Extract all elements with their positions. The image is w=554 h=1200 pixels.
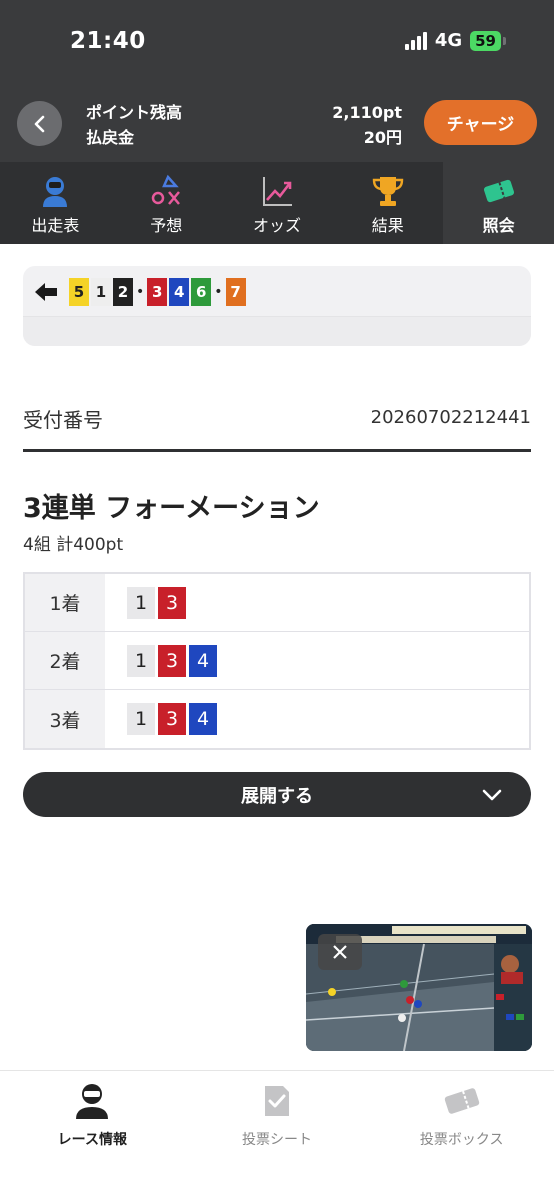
network-type: 4G [434,30,463,51]
racer-number: 4 [189,644,217,677]
racer-number: 4 [189,703,217,735]
racer-icon [72,1081,112,1121]
bet-number: 2 [113,278,133,306]
refund-value: 20円 [363,128,402,147]
live-video-player[interactable] [306,924,532,1051]
receipt-label: 受付番号 [23,408,103,432]
formation-table: 1着 1 3 2着 1 3 4 3着 1 3 4 [23,572,531,750]
formation-row: 2着 1 3 4 [25,632,529,690]
racer-number: 1 [127,644,155,677]
place-label: 2着 [25,632,105,689]
separator-dot: • [136,284,145,300]
place-label: 1着 [25,574,105,631]
points-label: ポイント残高 [86,103,183,122]
receipt-number: 20260702212441 [370,407,531,428]
ticket-icon [442,1081,482,1121]
close-video-button[interactable] [318,934,362,970]
signal-icon [404,31,427,50]
bet-number: 4 [169,278,190,306]
status-time: 21:40 [70,28,146,54]
bet-summary: 4組 計400pt [23,535,124,555]
tab-entries[interactable]: 出走表 [0,162,111,244]
racer-number: 3 [158,703,186,735]
tab-label: 出走表 [31,216,80,235]
close-icon [333,945,347,959]
nav-label: レース情報 [57,1132,127,1148]
bottom-nav-race-info[interactable]: レース情報 [0,1071,185,1200]
back-button[interactable] [17,101,62,146]
balance-values: 2,110pt 20円 [332,100,402,150]
racer-number: 3 [158,586,186,619]
tab-label: 照会 [482,216,515,235]
status-indicators: 4G 59 [404,30,506,51]
prediction-icon [148,174,184,208]
nav-label: 投票シート [242,1132,312,1148]
refund-label: 払戻金 [86,128,135,147]
chevron-left-icon [34,115,44,132]
bet-number: 5 [69,278,89,306]
points-value: 2,110pt [332,103,402,122]
formation-row: 1着 1 3 [25,574,529,632]
balance-labels: ポイント残高 払戻金 [86,100,182,150]
racer-number: 1 [127,703,155,735]
tab-label: 予想 [150,216,183,235]
nav-label: 投票ボックス [419,1132,504,1148]
bet-number: 6 [191,278,212,306]
receipt-row: 受付番号 20260702212441 [23,404,531,452]
battery-icon: 59 [470,30,501,51]
top-header: 21:40 4G 59 ポイント残高 払戻金 2,110pt 20円 チャージ [0,0,554,162]
tab-label: 結果 [371,216,404,235]
tab-odds[interactable]: オッズ [222,162,333,244]
ticket-icon [481,174,517,208]
racer-number: 3 [158,644,186,677]
bet-number: 7 [225,278,246,306]
bet-summary-card[interactable]: 5 1 2 • 3 4 6 • 7 [23,266,531,346]
place-label: 3着 [25,690,105,748]
tab-inquiry[interactable]: 照会 [443,162,554,244]
separator-dot: • [214,284,223,300]
chevron-down-icon [482,789,502,801]
place-numbers: 134 [105,690,529,748]
place-numbers: 13 [105,574,529,631]
bottom-nav-bet-box[interactable]: 投票ボックス [369,1071,554,1200]
trophy-icon [370,174,406,208]
check-sheet-icon [257,1081,297,1121]
bet-number: 3 [147,278,168,306]
expand-button[interactable]: 展開する [23,772,531,817]
card-footer [23,316,531,346]
tab-results[interactable]: 結果 [332,162,443,244]
tab-bar: 出走表 予想 オッズ 結果 照会 [0,162,554,244]
racer-number: 1 [127,586,155,619]
bet-combination: 5 1 2 • 3 4 6 • 7 [33,278,246,306]
odds-chart-icon [259,174,295,208]
expand-label: 展開する [241,785,313,807]
battery-tip [503,36,506,45]
bottom-nav: レース情報 投票シート 投票ボックス [0,1070,554,1200]
bet-number: 1 [91,278,111,306]
bet-type-title: 3連単 フォーメーション [23,493,320,524]
arrow-left-icon [35,283,57,301]
place-numbers: 134 [105,632,529,689]
racer-icon [37,174,73,208]
formation-row: 3着 1 3 4 [25,690,529,748]
tab-prediction[interactable]: 予想 [111,162,222,244]
tab-label: オッズ [252,216,301,235]
bottom-nav-bet-sheet[interactable]: 投票シート [185,1071,370,1200]
charge-button[interactable]: チャージ [424,100,537,145]
